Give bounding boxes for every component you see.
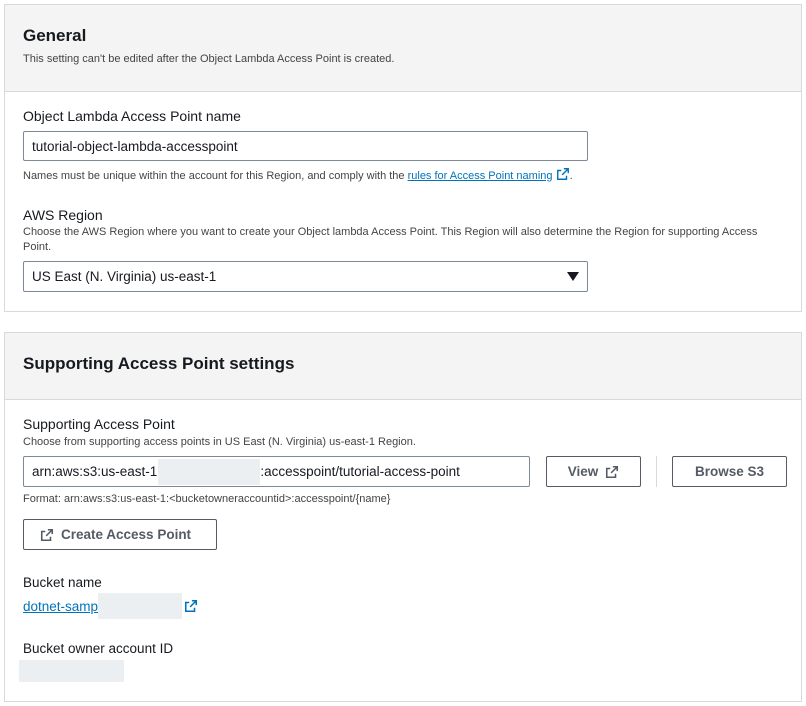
name-hint-suffix: .	[569, 170, 573, 182]
region-hint: Choose the AWS Region where you want to …	[23, 226, 758, 253]
general-title: General	[23, 26, 87, 45]
browse-s3-button[interactable]: Browse S3	[672, 456, 787, 487]
external-link-icon	[40, 528, 54, 541]
browse-s3-label: Browse S3	[694, 464, 765, 479]
bucket-name-row: dotnet-samp	[23, 593, 198, 619]
access-point-name-input[interactable]: tutorial-object-lambda-accesspoint	[23, 131, 588, 161]
redacted-account-id	[158, 458, 261, 485]
general-description: This setting can't be edited after the O…	[23, 53, 395, 65]
name-hint: Names must be unique within the account …	[23, 167, 573, 184]
arn-prefix: arn:aws:s3:us-east-1	[32, 464, 158, 479]
access-point-name-value: tutorial-object-lambda-accesspoint	[32, 138, 238, 154]
external-link-icon[interactable]	[556, 167, 570, 181]
general-header: General This setting can't be edited aft…	[5, 5, 801, 92]
caret-down-icon	[567, 272, 579, 281]
view-button-label: View	[567, 464, 599, 479]
create-access-point-label: Create Access Point	[61, 527, 192, 542]
external-link-icon[interactable]	[184, 599, 198, 613]
supporting-title: Supporting Access Point settings	[23, 354, 295, 373]
bucket-name-label: Bucket name	[23, 575, 102, 590]
name-hint-text: Names must be unique within the account …	[23, 170, 408, 182]
supporting-ap-arn-input[interactable]: arn:aws:s3:us-east-1 :accesspoint/tutori…	[23, 456, 530, 487]
format-hint: Format: arn:aws:s3:us-east-1:<bucketowne…	[23, 493, 391, 505]
button-divider	[656, 456, 657, 487]
supporting-ap-label: Supporting Access Point	[23, 416, 175, 432]
supporting-panel: Supporting Access Point settings Support…	[4, 332, 802, 702]
bucket-owner-label: Bucket owner account ID	[23, 641, 174, 656]
bucket-name-link[interactable]: dotnet-samp	[23, 599, 98, 614]
external-link-icon	[606, 465, 619, 478]
general-panel: General This setting can't be edited aft…	[4, 4, 802, 312]
name-label: Object Lambda Access Point name	[23, 108, 241, 124]
naming-rules-link[interactable]: rules for Access Point naming	[408, 170, 553, 182]
redacted-bucket-suffix	[98, 593, 183, 619]
create-access-point-button[interactable]: Create Access Point	[23, 519, 217, 550]
region-select[interactable]: US East (N. Virginia) us-east-1	[23, 261, 588, 292]
supporting-header: Supporting Access Point settings	[5, 333, 801, 400]
view-button[interactable]: View	[546, 456, 641, 487]
region-label: AWS Region	[23, 207, 103, 223]
arn-suffix: :accesspoint/tutorial-access-point	[260, 464, 460, 479]
redacted-owner-account-id	[19, 660, 124, 682]
supporting-ap-hint: Choose from supporting access points in …	[23, 436, 416, 448]
region-value: US East (N. Virginia) us-east-1	[32, 269, 217, 284]
